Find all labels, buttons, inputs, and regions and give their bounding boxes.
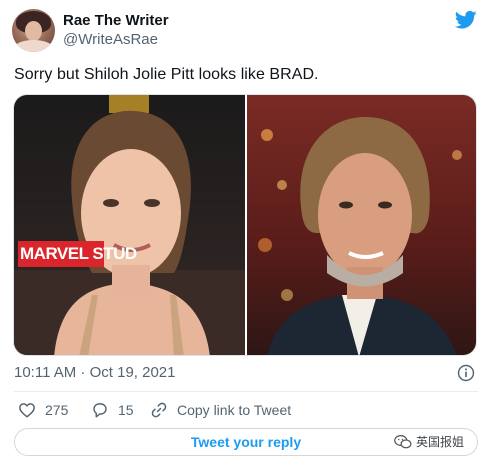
copy-link-button[interactable]: Copy link to Tweet bbox=[150, 401, 291, 419]
reply-bubble-icon bbox=[93, 403, 107, 418]
avatar-face bbox=[25, 21, 42, 41]
copy-link-label: Copy link to Tweet bbox=[177, 402, 292, 418]
wechat-icon bbox=[394, 434, 412, 448]
marvel-sign-text: MARVEL STUD bbox=[20, 244, 137, 263]
photo-left-illustration bbox=[14, 95, 245, 355]
tweet-your-reply-label: Tweet your reply bbox=[190, 434, 302, 450]
author-handle[interactable]: @WriteAsRae bbox=[63, 31, 158, 48]
heart-icon bbox=[19, 403, 35, 418]
tweet-media[interactable]: MARVEL STUD bbox=[13, 94, 477, 356]
author-avatar[interactable] bbox=[12, 9, 55, 52]
info-icon[interactable] bbox=[457, 364, 475, 382]
reply-count: 15 bbox=[118, 402, 134, 418]
avatar-shoulder bbox=[14, 40, 53, 52]
link-icon bbox=[151, 402, 167, 418]
tweet-text: Sorry but Shiloh Jolie Pitt looks like B… bbox=[14, 66, 319, 83]
like-button[interactable]: 275 bbox=[18, 401, 68, 419]
tweet-timestamp[interactable]: 10:11 AM · Oct 19, 2021 bbox=[14, 364, 175, 381]
photo-left[interactable]: MARVEL STUD bbox=[14, 95, 245, 355]
divider bbox=[14, 391, 478, 392]
author-name[interactable]: Rae The Writer bbox=[63, 12, 169, 29]
reply-button[interactable]: 15 bbox=[91, 401, 134, 419]
tweet-card: Rae The Writer @WriteAsRae Sorry but Shi… bbox=[0, 0, 492, 466]
photo-right[interactable] bbox=[247, 95, 476, 355]
watermark: 英国报姐 bbox=[394, 433, 464, 450]
like-count: 275 bbox=[45, 402, 69, 418]
watermark-text: 英国报姐 bbox=[416, 435, 465, 449]
photo-right-illustration bbox=[258, 117, 462, 355]
twitter-bird-icon[interactable] bbox=[455, 10, 477, 30]
